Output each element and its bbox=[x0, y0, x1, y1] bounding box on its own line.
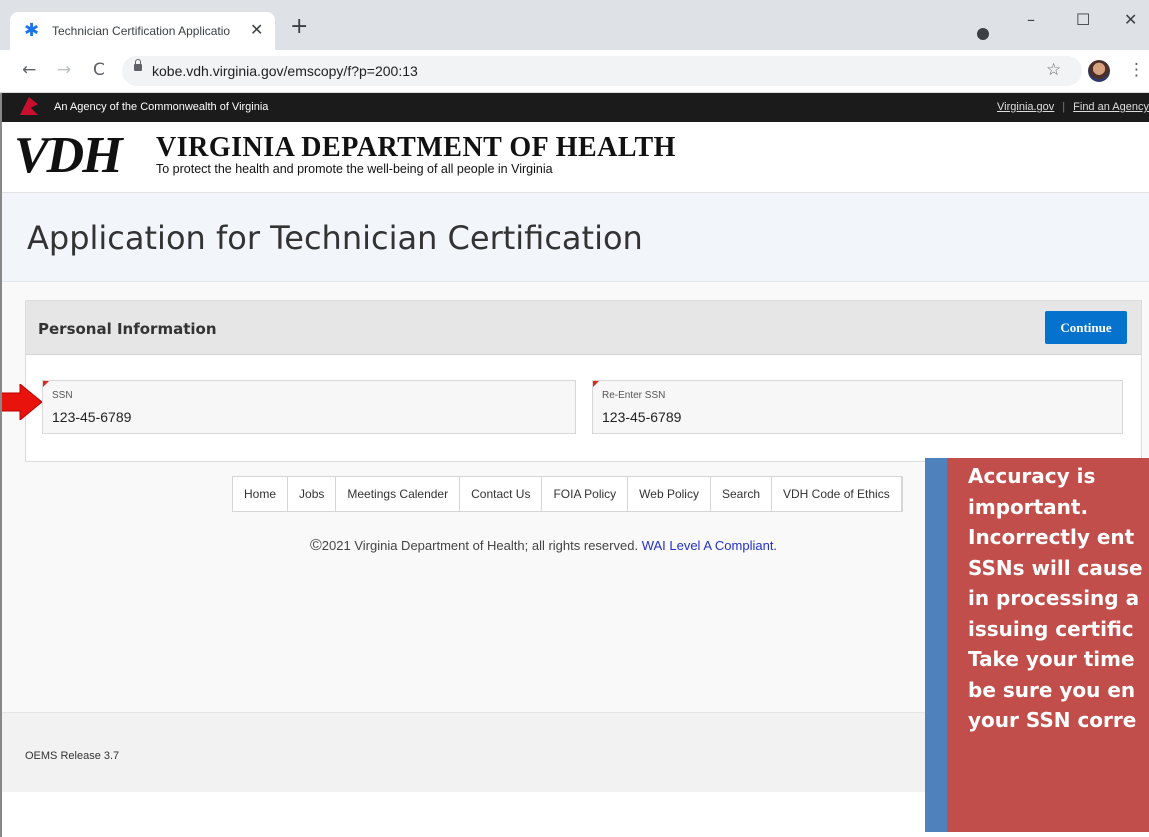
reenter-ssn-value[interactable]: 123-45-6789 bbox=[602, 409, 681, 425]
ssn-accuracy-callout: Accuracy is important. Incorrectly ent S… bbox=[925, 458, 1149, 832]
agency-links: Virginia.gov | Find an Agency bbox=[997, 101, 1149, 113]
forward-icon[interactable]: → bbox=[57, 60, 71, 80]
region-title: Personal Information bbox=[38, 320, 217, 338]
footer-link-jobs[interactable]: Jobs bbox=[288, 477, 337, 511]
maximize-button[interactable]: ☐ bbox=[1076, 10, 1090, 29]
copyright-symbol: © bbox=[310, 537, 322, 554]
profile-avatar[interactable] bbox=[1088, 60, 1110, 82]
browser-tab-bar: ✱ Technician Certification Applicatio ✕ … bbox=[0, 0, 1149, 50]
find-agency-link[interactable]: Find an Agency bbox=[1073, 101, 1149, 113]
close-tab-icon[interactable]: ✕ bbox=[250, 20, 263, 39]
continue-button[interactable]: Continue bbox=[1045, 311, 1127, 344]
region-header: Personal Information Continue bbox=[26, 301, 1141, 355]
footer-nav: Home Jobs Meetings Calender Contact Us F… bbox=[232, 476, 903, 512]
ssn-label: SSN bbox=[52, 390, 73, 401]
callout-line: be sure you en bbox=[968, 677, 1136, 702]
reenter-ssn-field[interactable]: Re-Enter SSN 123-45-6789 bbox=[592, 380, 1123, 434]
menu-icon[interactable]: ⋮ bbox=[1128, 60, 1145, 80]
new-tab-button[interactable]: + bbox=[290, 16, 308, 38]
star-of-life-icon: ✱ bbox=[24, 20, 40, 41]
callout-line: Accuracy is bbox=[968, 464, 1096, 488]
window-border bbox=[0, 93, 2, 837]
callout-line: SSNs will cause bbox=[968, 555, 1143, 580]
callout-line: Take your time bbox=[968, 647, 1135, 671]
footer-link-meetings[interactable]: Meetings Calender bbox=[336, 477, 461, 511]
footer-link-foia[interactable]: FOIA Policy bbox=[542, 477, 629, 511]
footer-link-web-policy[interactable]: Web Policy bbox=[628, 477, 711, 511]
url-text[interactable]: kobe.vdh.virginia.gov/emscopy/f?p=200:13 bbox=[152, 63, 418, 79]
required-marker bbox=[43, 381, 49, 387]
org-tagline: To protect the health and promote the we… bbox=[156, 162, 553, 176]
extension-icon[interactable] bbox=[977, 28, 989, 40]
callout-text: Accuracy is important. Incorrectly ent S… bbox=[968, 461, 1149, 736]
browser-toolbar: ← → C kobe.vdh.virginia.gov/emscopy/f?p=… bbox=[0, 50, 1149, 93]
callout-line: important. bbox=[968, 494, 1089, 519]
reenter-ssn-label: Re-Enter SSN bbox=[602, 390, 666, 401]
minimize-button[interactable]: – bbox=[1027, 10, 1035, 29]
ssn-value[interactable]: 123-45-6789 bbox=[52, 409, 131, 425]
org-name: VIRGINIA DEPARTMENT OF HEALTH bbox=[156, 132, 676, 163]
footer-link-contact[interactable]: Contact Us bbox=[460, 477, 543, 511]
callout-line: Incorrectly ent bbox=[968, 525, 1135, 549]
personal-information-region: Personal Information Continue SSN 123-45… bbox=[25, 300, 1142, 462]
callout-line: in processing a bbox=[968, 586, 1140, 610]
virginia-gov-link[interactable]: Virginia.gov bbox=[997, 101, 1054, 113]
ssn-field[interactable]: SSN 123-45-6789 bbox=[42, 380, 576, 434]
footer-link-home[interactable]: Home bbox=[233, 477, 289, 511]
callout-line: your SSN corre bbox=[968, 708, 1137, 732]
callout-accent-bar bbox=[925, 458, 947, 832]
copyright-text: 2021 Virginia Department of Health; all … bbox=[321, 538, 639, 553]
close-window-button[interactable]: ✕ bbox=[1124, 10, 1137, 29]
bookmark-star-icon[interactable]: ☆ bbox=[1046, 60, 1061, 80]
wai-link[interactable]: WAI Level A Compliant. bbox=[642, 538, 777, 553]
required-marker bbox=[593, 381, 599, 387]
back-icon[interactable]: ← bbox=[22, 60, 36, 80]
footer-link-ethics[interactable]: VDH Code of Ethics bbox=[772, 477, 902, 511]
vdh-logo[interactable]: VDH bbox=[14, 130, 123, 182]
footer-link-search[interactable]: Search bbox=[711, 477, 772, 511]
browser-tab[interactable]: ✱ Technician Certification Applicatio ✕ bbox=[10, 12, 275, 50]
agency-bar: An Agency of the Commonwealth of Virgini… bbox=[0, 93, 1149, 122]
copyright: ©2021 Virginia Department of Health; all… bbox=[310, 537, 777, 555]
page-title: Application for Technician Certification bbox=[27, 219, 643, 257]
site-header: VDH VIRGINIA DEPARTMENT OF HEALTH To pro… bbox=[0, 122, 1149, 193]
callout-line: issuing certific bbox=[968, 616, 1134, 641]
agency-text: An Agency of the Commonwealth of Virgini… bbox=[54, 101, 269, 113]
address-bar[interactable]: kobe.vdh.virginia.gov/emscopy/f?p=200:13 bbox=[122, 56, 1082, 86]
tab-title: Technician Certification Applicatio bbox=[52, 24, 231, 38]
title-band: Application for Technician Certification bbox=[0, 193, 1149, 282]
red-arrow-icon bbox=[0, 384, 42, 420]
virginia-cardinal-icon bbox=[20, 97, 38, 115]
release-text: OEMS Release 3.7 bbox=[25, 750, 120, 762]
lock-icon bbox=[134, 59, 142, 71]
reload-icon[interactable]: C bbox=[93, 60, 105, 80]
